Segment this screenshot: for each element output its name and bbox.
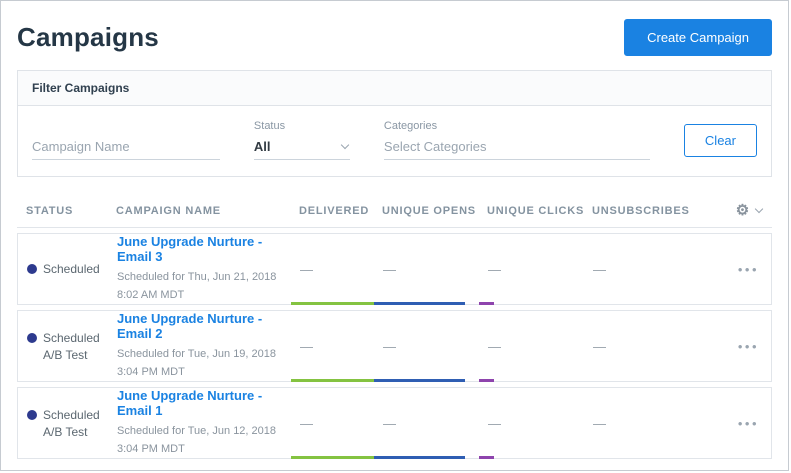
categories-label: Categories [384,120,650,132]
status-selected-value: All [254,139,271,154]
status-cell: Scheduled A/B Test [18,331,108,362]
categories-input[interactable] [384,134,650,160]
unique-clicks-value: — [479,339,584,354]
status-cell: Scheduled [18,262,108,276]
campaign-name-link[interactable]: June Upgrade Nurture - Email 2 [117,311,291,341]
table-row: Scheduled A/B Test June Upgrade Nurture … [17,310,772,382]
row-actions-button[interactable]: ••• [738,413,759,434]
filter-panel: Filter Campaigns Status All Categories C… [17,70,772,177]
categories-field: Categories [384,120,650,160]
row-actions-button[interactable]: ••• [738,336,759,357]
status-dot-icon [27,333,37,343]
campaign-name-cell: June Upgrade Nurture - Email 2 Scheduled… [108,311,291,380]
actions-cell: ••• [694,259,771,280]
table-row: Scheduled A/B Test June Upgrade Nurture … [17,387,772,459]
clicks-bar [479,302,494,305]
gear-icon: ⚙ [736,203,750,218]
campaign-schedule-text: Scheduled for Thu, Jun 21, 2018 8:02 AM … [117,269,285,303]
column-header-campaign-name: CAMPAIGN NAME [107,205,290,217]
filter-body: Status All Categories Clear [18,106,771,176]
create-campaign-button[interactable]: Create Campaign [624,19,772,56]
unique-opens-value: — [374,262,479,277]
row-actions-button[interactable]: ••• [738,259,759,280]
columns-settings-button[interactable]: ⚙ [693,203,772,218]
status-text: Scheduled [43,331,100,345]
page-title: Campaigns [17,22,159,53]
clicks-bar [479,379,494,382]
opens-bar [374,456,465,459]
unsubscribes-value: — [584,339,694,354]
actions-cell: ••• [694,413,771,434]
clicks-bar [479,456,494,459]
clear-filters-button[interactable]: Clear [684,124,757,157]
column-header-unique-clicks: UNIQUE CLICKS [478,205,583,217]
campaigns-page: Campaigns Create Campaign Filter Campaig… [0,0,789,471]
status-subtext: A/B Test [43,348,108,362]
delivered-value: — [291,339,374,354]
top-bar: Campaigns Create Campaign [1,1,788,70]
campaign-name-input[interactable] [32,134,220,160]
status-subtext: A/B Test [43,425,108,439]
column-header-delivered: DELIVERED [290,205,373,217]
status-text: Scheduled [43,408,100,422]
campaign-schedule-text: Scheduled for Tue, Jun 19, 2018 3:04 PM … [117,346,285,380]
campaign-name-cell: June Upgrade Nurture - Email 1 Scheduled… [108,388,291,457]
campaigns-table: STATUS CAMPAIGN NAME DELIVERED UNIQUE OP… [17,203,772,459]
campaign-schedule-text: Scheduled for Tue, Jun 12, 2018 3:04 PM … [117,423,285,457]
opens-bar [374,379,465,382]
table-header: STATUS CAMPAIGN NAME DELIVERED UNIQUE OP… [17,203,772,228]
unique-opens-value: — [374,339,479,354]
column-header-unique-opens: UNIQUE OPENS [373,205,478,217]
status-field: Status All [254,120,350,160]
delivered-value: — [291,262,374,277]
chevron-down-icon [755,205,763,213]
column-header-unsubscribes: UNSUBSCRIBES [583,205,693,217]
status-dot-icon [27,410,37,420]
delivered-bar [291,456,374,459]
campaign-name-link[interactable]: June Upgrade Nurture - Email 1 [117,388,291,418]
status-text: Scheduled [43,262,100,276]
unique-opens-value: — [374,416,479,431]
table-row: Scheduled June Upgrade Nurture - Email 3… [17,233,772,305]
status-select[interactable]: All [254,134,350,160]
delivered-bar [291,302,374,305]
opens-bar [374,302,465,305]
delivered-bar [291,379,374,382]
actions-cell: ••• [694,336,771,357]
status-cell: Scheduled A/B Test [18,408,108,439]
unique-clicks-value: — [479,262,584,277]
status-label: Status [254,120,350,132]
campaign-name-cell: June Upgrade Nurture - Email 3 Scheduled… [108,234,291,303]
status-dot-icon [27,264,37,274]
column-header-status: STATUS [17,205,107,217]
delivered-value: — [291,416,374,431]
filter-panel-title: Filter Campaigns [18,71,771,106]
unique-clicks-value: — [479,416,584,431]
unsubscribes-value: — [584,416,694,431]
unsubscribes-value: — [584,262,694,277]
campaign-name-link[interactable]: June Upgrade Nurture - Email 3 [117,234,291,264]
chevron-down-icon [341,141,349,149]
